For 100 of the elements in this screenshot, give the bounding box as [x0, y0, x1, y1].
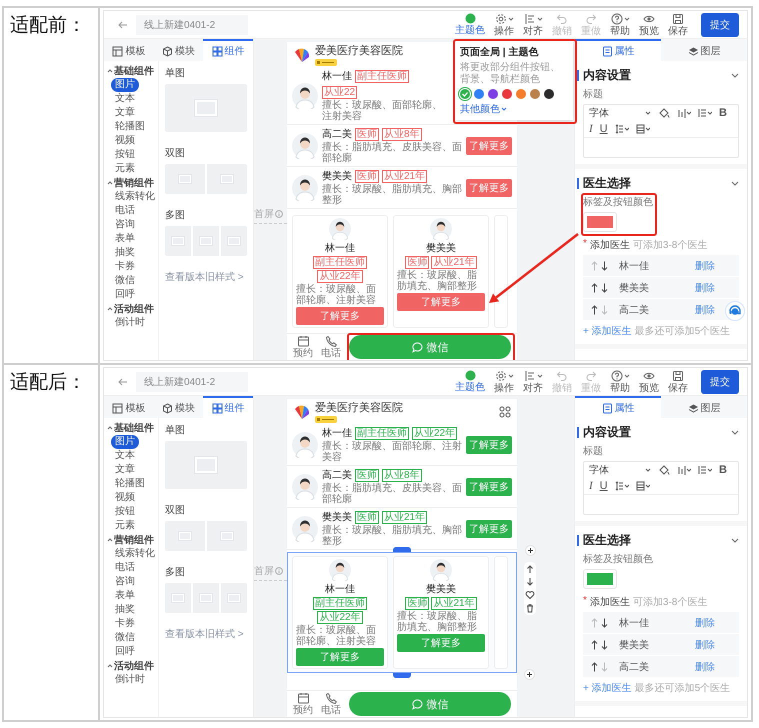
- category-item[interactable]: 卡券: [111, 260, 139, 274]
- plus-icon[interactable]: [524, 669, 535, 680]
- arrow-down-icon[interactable]: [601, 618, 608, 628]
- format-button[interactable]: I: [589, 123, 593, 135]
- chevron-icon[interactable]: [731, 538, 739, 543]
- color-option[interactable]: [516, 89, 526, 99]
- tab[interactable]: 组件: [203, 39, 254, 61]
- category-header[interactable]: 活动组件: [107, 302, 158, 316]
- font-select[interactable]: 字体: [589, 106, 651, 120]
- toolbar-button[interactable]: 帮助: [608, 370, 632, 394]
- category-item[interactable]: 抽奖: [111, 246, 139, 260]
- category-item[interactable]: 表单: [111, 232, 139, 246]
- category-header[interactable]: 营销组件: [107, 176, 158, 190]
- category-item[interactable]: 微信: [111, 631, 139, 645]
- tab[interactable]: 组件: [203, 396, 254, 418]
- category-item[interactable]: 回呼: [111, 288, 139, 302]
- category-item[interactable]: 视频: [111, 491, 139, 505]
- tab[interactable]: 模块: [154, 39, 204, 61]
- toolbar-button[interactable]: 预览: [637, 370, 661, 394]
- tab[interactable]: 图层: [661, 39, 747, 61]
- font-select[interactable]: 字体: [589, 463, 651, 477]
- arrow-down-icon[interactable]: [601, 260, 608, 270]
- paragraph-icon[interactable]: [636, 123, 650, 135]
- color-option[interactable]: [488, 89, 498, 99]
- toolbar-button[interactable]: 保存: [666, 12, 690, 36]
- format-button[interactable]: B: [719, 107, 727, 119]
- submit-button[interactable]: 提交: [701, 12, 739, 36]
- category-item[interactable]: 文本: [111, 92, 139, 106]
- category-item[interactable]: 回呼: [111, 645, 139, 659]
- category-item[interactable]: 轮播图: [111, 477, 149, 491]
- back-icon[interactable]: [118, 20, 128, 28]
- heart-icon[interactable]: [525, 590, 535, 600]
- toolbar-button[interactable]: 对齐: [521, 12, 545, 36]
- tab[interactable]: 模块: [154, 396, 204, 418]
- toolbar-button[interactable]: 帮助: [608, 12, 632, 36]
- drag-handle[interactable]: [393, 673, 411, 678]
- category-item[interactable]: 文本: [111, 449, 139, 463]
- paragraph-icon[interactable]: [636, 480, 650, 492]
- format-button[interactable]: U: [600, 480, 608, 492]
- arrow-down-icon[interactable]: [601, 282, 608, 292]
- chevron-icon[interactable]: [731, 73, 739, 78]
- category-item[interactable]: 按钮: [111, 148, 139, 162]
- category-item[interactable]: 元素: [111, 519, 139, 533]
- category-item[interactable]: 咨询: [111, 218, 139, 232]
- nav-item[interactable]: 预约: [293, 692, 313, 716]
- more-colors-link[interactable]: 其他颜色: [460, 102, 507, 116]
- trash-icon[interactable]: [525, 603, 535, 613]
- category-item[interactable]: 倒计时: [111, 673, 149, 687]
- category-item[interactable]: 微信: [111, 274, 139, 288]
- category-header[interactable]: 基础组件: [107, 64, 158, 78]
- toolbar-button[interactable]: 主题色: [453, 370, 487, 393]
- drag-handle[interactable]: [393, 547, 411, 552]
- category-item[interactable]: 图片: [111, 78, 139, 92]
- toolbar-button[interactable]: 对齐: [521, 370, 545, 394]
- color-picker[interactable]: [583, 569, 617, 589]
- category-item[interactable]: 文章: [111, 463, 139, 477]
- category-item[interactable]: 文章: [111, 106, 139, 120]
- fill-color-icon[interactable]: [658, 107, 670, 119]
- line-spacing-icon[interactable]: [614, 123, 629, 135]
- fill-color-icon[interactable]: [658, 464, 670, 476]
- nav-item[interactable]: 电话: [321, 692, 341, 716]
- category-item[interactable]: 元素: [111, 162, 139, 176]
- back-icon[interactable]: [118, 378, 128, 386]
- category-item[interactable]: 电话: [111, 561, 139, 575]
- tab[interactable]: 模板: [104, 396, 154, 418]
- plus-icon[interactable]: [524, 545, 536, 556]
- submit-button[interactable]: 提交: [701, 370, 739, 394]
- category-item[interactable]: 线索转化: [111, 547, 159, 561]
- category-item[interactable]: 卡券: [111, 617, 139, 631]
- chevron-icon[interactable]: [731, 430, 739, 435]
- toolbar-button[interactable]: 主题色: [453, 13, 487, 36]
- arrow-down-icon[interactable]: [525, 577, 535, 587]
- rich-text-editor[interactable]: 字体 B I U: [583, 104, 739, 158]
- nav-item[interactable]: 电话: [321, 335, 341, 359]
- color-option[interactable]: [502, 89, 512, 99]
- arrow-up-icon[interactable]: [525, 564, 535, 574]
- format-button[interactable]: I: [589, 480, 593, 492]
- format-button[interactable]: U: [600, 123, 608, 135]
- toolbar-button[interactable]: 操作: [492, 12, 516, 36]
- category-item[interactable]: 线索转化: [111, 190, 159, 204]
- toolbar-button[interactable]: 操作: [492, 370, 516, 394]
- category-item[interactable]: 轮播图: [111, 120, 149, 134]
- rich-text-editor[interactable]: 字体 B I U: [583, 461, 739, 515]
- chevron-icon[interactable]: [731, 181, 739, 186]
- customer-service-icon[interactable]: [725, 301, 745, 321]
- line-spacing-icon[interactable]: [614, 480, 629, 492]
- font-size-icon[interactable]: [677, 107, 691, 119]
- arrow-up-icon[interactable]: [591, 640, 598, 650]
- category-item[interactable]: 倒计时: [111, 316, 149, 330]
- arrow-up-icon[interactable]: [591, 304, 598, 314]
- category-item[interactable]: 咨询: [111, 575, 139, 589]
- color-option[interactable]: [544, 89, 554, 99]
- category-header[interactable]: 基础组件: [107, 421, 158, 435]
- category-item[interactable]: 按钮: [111, 505, 139, 519]
- color-picker[interactable]: [583, 212, 617, 232]
- category-item[interactable]: 电话: [111, 204, 139, 218]
- category-item[interactable]: 图片: [111, 435, 139, 449]
- list-icon[interactable]: [698, 464, 712, 476]
- toolbar-button[interactable]: 保存: [666, 370, 690, 394]
- arrow-up-icon[interactable]: [591, 282, 598, 292]
